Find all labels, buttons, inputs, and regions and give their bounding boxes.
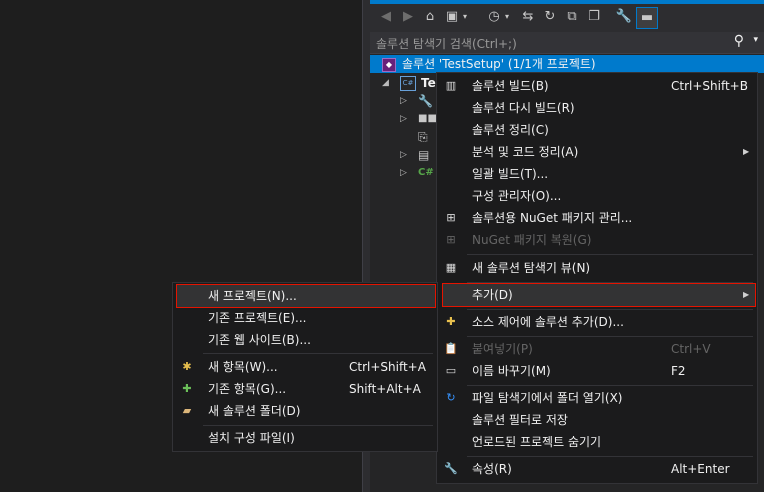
menu-separator [467, 385, 753, 386]
menu-item-save-as-solution-filter[interactable]: 솔루션 필터로 저장 [437, 409, 757, 431]
pending-changes-filter-icon[interactable]: ◷ [484, 7, 504, 27]
preview-selected-items-icon[interactable]: ▬ [636, 7, 658, 29]
properties-wrench-icon[interactable]: 🔧 [614, 7, 634, 27]
menu-item-restore-nuget: ⊞ NuGet 패키지 복원(G) [437, 229, 757, 251]
menu-item-new-solution-explorer-view[interactable]: ▦ 새 솔루션 탐색기 뷰(N) [437, 257, 757, 279]
menu-separator [467, 309, 753, 310]
chevron-down-icon[interactable]: ▾ [753, 35, 758, 45]
menu-separator [203, 353, 433, 354]
submenu-arrow-icon: ▶ [743, 290, 750, 299]
menu-item-add-to-source-control[interactable]: ✚ 소스 제어에 솔루션 추가(D)... [437, 311, 757, 333]
project-label: Te [421, 76, 436, 90]
nuget-package-icon: ⊞ [446, 211, 456, 224]
chevron-down-icon[interactable]: ▾ [502, 7, 512, 27]
open-folder-arrow-icon: ↻ [446, 391, 456, 404]
rename-icon: ▭ [445, 364, 457, 377]
sync-active-document-icon[interactable]: ⇆ [518, 7, 538, 27]
tree-item-solution[interactable]: ◆ 솔루션 'TestSetup' (1/1개 프로젝트) [370, 55, 764, 73]
search-icon[interactable]: ⚲ [734, 33, 744, 49]
submenu-arrow-icon: ▶ [743, 147, 750, 156]
collapse-all-icon[interactable]: ⧉ [562, 7, 582, 27]
menu-separator [467, 282, 753, 283]
menu-separator [203, 425, 433, 426]
chevron-down-icon[interactable]: ▾ [460, 7, 470, 27]
menu-item-rename[interactable]: ▭ 이름 바꾸기(M) F2 [437, 360, 757, 382]
solution-context-menu: ▥ 솔루션 빌드(B) Ctrl+Shift+B 솔루션 다시 빌드(R) 솔루… [436, 72, 758, 484]
collapse-triangle-icon[interactable]: ◢ [382, 74, 389, 92]
menu-item-analyze-code-cleanup[interactable]: 분석 및 코드 정리(A) ▶ [437, 141, 757, 163]
existing-item-icon: ✚ [182, 382, 192, 395]
csharp-file-icon: C# [418, 167, 434, 178]
menu-item-clean-solution[interactable]: 솔루션 정리(C) [437, 119, 757, 141]
submenu-item-install-config-file[interactable]: 설치 구성 파일(I) [173, 427, 437, 449]
solution-label: 솔루션 'TestSetup' (1/1개 프로젝트) [402, 57, 596, 71]
menu-item-paste: 📋 붙여넣기(P) Ctrl+V [444, 342, 711, 356]
submenu-item-new-project[interactable]: 새 프로젝트(N)... [176, 284, 436, 308]
switch-views-icon[interactable]: ▣ [442, 7, 462, 27]
solution-icon: ◆ [382, 58, 396, 72]
menu-separator [467, 254, 753, 255]
menu-item-add[interactable]: 추가(D) ▶ [442, 283, 756, 307]
csharp-project-icon: C# [400, 76, 416, 91]
expand-triangle-icon[interactable]: ▷ [400, 146, 407, 164]
forward-icon[interactable]: ▶ [398, 7, 418, 27]
restore-package-icon: ⊞ [446, 233, 456, 246]
form-icon: ▤ [418, 148, 430, 162]
paste-icon: 📋 [444, 342, 458, 355]
wrench-icon: 🔧 [444, 462, 458, 475]
menu-item-batch-build[interactable]: 일괄 빌드(T)... [437, 163, 757, 185]
new-view-icon: ▦ [445, 261, 457, 274]
back-icon[interactable]: ◀ [376, 7, 396, 27]
expand-triangle-icon[interactable]: ▷ [400, 164, 407, 182]
home-icon[interactable]: ⌂ [420, 7, 440, 27]
menu-item-open-in-file-explorer[interactable]: ↻ 파일 탐색기에서 폴더 열기(X) [437, 387, 757, 409]
expand-triangle-icon[interactable]: ▷ [400, 110, 407, 128]
menu-separator [467, 456, 753, 457]
menu-item-rebuild-solution[interactable]: 솔루션 다시 빌드(R) [437, 97, 757, 119]
search-input[interactable]: 솔루션 탐색기 검색(Ctrl+;) [376, 35, 517, 52]
show-all-files-icon[interactable]: ❐ [584, 7, 604, 27]
menu-item-manage-nuget[interactable]: ⊞ 솔루션용 NuGet 패키지 관리... [437, 207, 757, 229]
build-icon: ▥ [445, 79, 457, 92]
menu-item-properties[interactable]: 🔧 속성(R) Alt+Enter [437, 458, 757, 480]
wrench-icon: 🔧 [418, 94, 433, 108]
submenu-item-new-solution-folder[interactable]: ▰ 새 솔루션 폴더(D) [173, 400, 437, 422]
refresh-icon[interactable]: ↻ [540, 7, 560, 27]
submenu-item-existing-website[interactable]: 기존 웹 사이트(B)... [173, 329, 437, 351]
solution-explorer-toolbar: ◀ ▶ ⌂ ▣ ▾ ◷ ▾ ⇆ ↻ ⧉ ❐ 🔧 ▬ [370, 4, 764, 32]
config-file-icon: ⎘ [418, 130, 428, 144]
menu-item-configuration-manager[interactable]: 구성 관리자(O)... [437, 185, 757, 207]
add-submenu: 새 프로젝트(N)... 기존 프로젝트(E)... 기존 웹 사이트(B)..… [172, 282, 438, 452]
menu-item-build-solution[interactable]: ▥ 솔루션 빌드(B) Ctrl+Shift+B [437, 75, 757, 97]
submenu-item-existing-project[interactable]: 기존 프로젝트(E)... [173, 307, 437, 329]
new-item-icon: ✱ [182, 360, 192, 373]
menu-separator [467, 336, 753, 337]
new-folder-icon: ▰ [182, 404, 192, 417]
submenu-item-new-item[interactable]: ✱ 새 항목(W)... Ctrl+Shift+A [173, 356, 437, 378]
references-icon: ■■ [418, 113, 437, 124]
submenu-item-existing-item[interactable]: ✚ 기존 항목(G)... Shift+Alt+A [173, 378, 437, 400]
menu-item-hide-unloaded-projects[interactable]: 언로드된 프로젝트 숨기기 [437, 431, 757, 453]
expand-triangle-icon[interactable]: ▷ [400, 92, 407, 110]
source-control-icon: ✚ [446, 315, 456, 328]
solution-explorer-search[interactable]: 솔루션 탐색기 검색(Ctrl+;) ⚲ ▾ [370, 32, 764, 54]
